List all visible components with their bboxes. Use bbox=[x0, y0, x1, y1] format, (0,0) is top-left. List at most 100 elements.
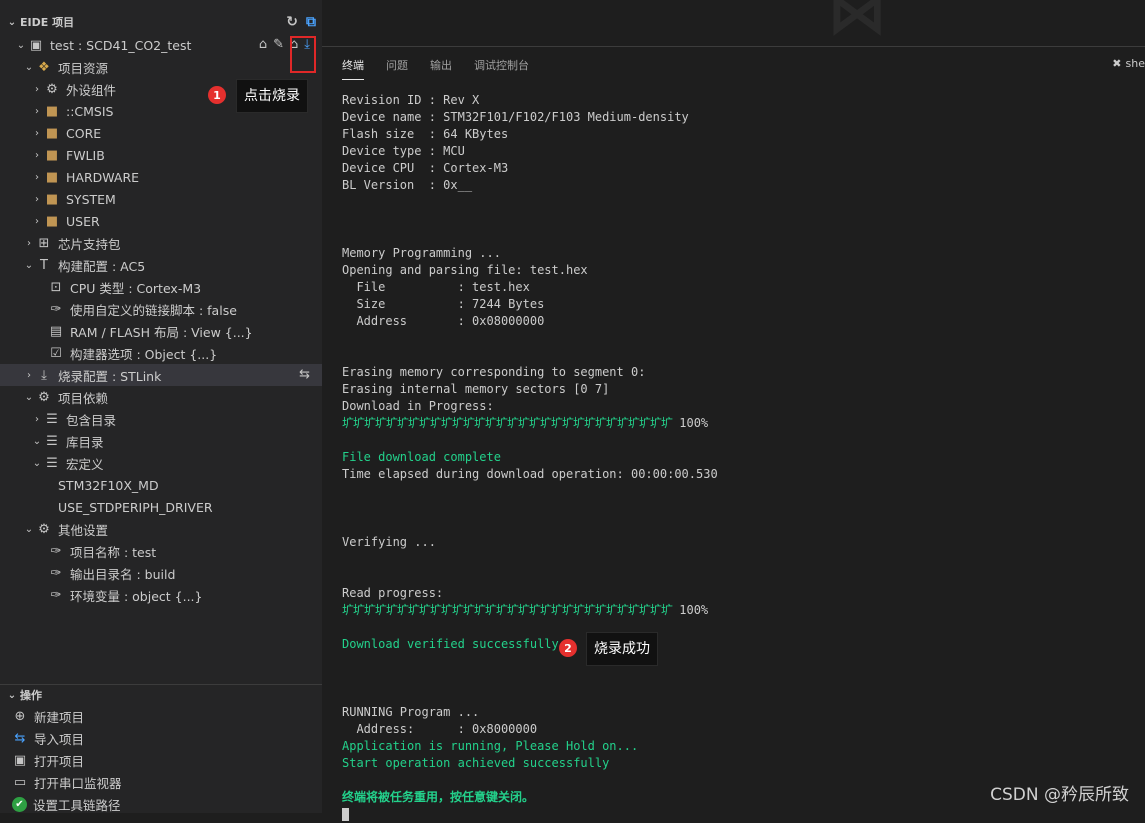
op-label: 导入项目 bbox=[34, 731, 85, 747]
chevron-right-icon: › bbox=[35, 149, 39, 161]
annotation-badge-2: 2 bbox=[559, 639, 577, 657]
tree-project-name[interactable]: ✑ 项目名称 : test bbox=[0, 540, 322, 562]
tree-build-config[interactable]: ⌄ T 构建配置 : AC5 bbox=[0, 254, 322, 276]
memory-icon: ▤ bbox=[49, 323, 63, 339]
tree-project[interactable]: ⌄ ▣ test : SCD41_CO2_test ⌂ ✎ ⌂ ⤓ bbox=[0, 34, 322, 56]
watermark: CSDN @矜辰所致 bbox=[990, 785, 1129, 805]
tree-label: 构建配置 : AC5 bbox=[58, 258, 146, 274]
eide-project-header[interactable]: ⌄ EIDE 项目 ↻ ⧉ bbox=[0, 11, 322, 33]
chevron-down-icon: ⌄ bbox=[24, 391, 34, 403]
tree-memory-layout[interactable]: ▤ RAM / FLASH 布局 : View {...} bbox=[0, 320, 322, 342]
chevron-right-icon: › bbox=[35, 83, 39, 95]
terminal-line: File : test.hex bbox=[342, 280, 530, 294]
tree-project-resources[interactable]: ⌄ ❖ 项目资源 bbox=[0, 56, 322, 78]
chevron-down-icon: ⌄ bbox=[24, 523, 34, 535]
tree-output-dir[interactable]: ✑ 输出目录名 : build bbox=[0, 562, 322, 584]
clean-icon[interactable]: ✎ bbox=[273, 37, 284, 52]
op-serial-monitor[interactable]: ▭ 打开串口监视器 bbox=[0, 771, 322, 793]
terminal-line: RUNNING Program ... bbox=[342, 705, 480, 719]
tree-macros[interactable]: ⌄ ☰ 宏定义 bbox=[0, 452, 322, 474]
package-icon: ⊞ bbox=[38, 235, 50, 251]
wrench-icon: ✑ bbox=[50, 301, 62, 317]
windows-icon[interactable]: ⧉ bbox=[306, 14, 316, 30]
tree-flash-config[interactable]: › ⤓ 烧录配置 : STLink ⇆ bbox=[0, 364, 322, 386]
main-area: ⋈ 终端 问题 输出 调试控制台 ✖ she Revision ID : Rev… bbox=[322, 0, 1145, 821]
tree-item-fwlib[interactable]: › ■ FWLIB bbox=[0, 144, 322, 166]
tree-label: 项目依赖 bbox=[58, 390, 109, 406]
op-label: 打开串口监视器 bbox=[34, 775, 122, 791]
chevron-down-icon: ⌄ bbox=[32, 435, 42, 447]
list-icon: ☰ bbox=[46, 433, 58, 449]
tree-label: 库目录 bbox=[66, 434, 104, 450]
op-open-project[interactable]: ▣ 打开项目 bbox=[0, 749, 322, 771]
dependency-icon: ⚙ bbox=[38, 389, 50, 405]
hammer-icon: T bbox=[40, 257, 48, 273]
checklist-icon: ☑ bbox=[50, 345, 62, 361]
components-icon: ⚙ bbox=[46, 81, 58, 97]
tree-item-user[interactable]: › ■ USER bbox=[0, 210, 322, 232]
terminal-line: Download in Progress: bbox=[342, 399, 494, 413]
op-import-project[interactable]: ⇆ 导入项目 bbox=[0, 727, 322, 749]
tree-cpu-type[interactable]: ⊡ CPU 类型 : Cortex-M3 bbox=[0, 276, 322, 298]
tab-problems[interactable]: 问题 bbox=[386, 57, 408, 80]
progress-line: 圹圹圹圹圹圹圹圹圹圹圹圹圹圹圹圹圹圹圹圹圹圹圹圹圹圹圹圹圹圹 100% bbox=[342, 415, 1142, 432]
tree-label: USER bbox=[66, 213, 100, 229]
tree-item-hardware[interactable]: › ■ HARDWARE bbox=[0, 166, 322, 188]
folder-icon: ■ bbox=[45, 191, 59, 207]
list-icon: ☰ bbox=[46, 411, 58, 427]
progress-line: 圹圹圹圹圹圹圹圹圹圹圹圹圹圹圹圹圹圹圹圹圹圹圹圹圹圹圹圹圹圹 100% bbox=[342, 602, 1142, 619]
chevron-down-icon: ⌄ bbox=[24, 259, 34, 271]
tab-debug-console[interactable]: 调试控制台 bbox=[474, 57, 529, 80]
tree-lib-dirs[interactable]: ⌄ ☰ 库目录 bbox=[0, 430, 322, 452]
switch-icon[interactable]: ⇆ bbox=[299, 367, 310, 382]
tree-label: 构建器选项 : Object {...} bbox=[70, 346, 218, 362]
tree-custom-linker[interactable]: ✑ 使用自定义的链接脚本 : false bbox=[0, 298, 322, 320]
chevron-right-icon: › bbox=[35, 413, 39, 425]
ops-header[interactable]: ⌄ 操作 bbox=[0, 684, 322, 706]
folder-icon: ■ bbox=[45, 147, 59, 163]
refresh-icon[interactable]: ↻ bbox=[286, 14, 298, 30]
chevron-right-icon: › bbox=[35, 171, 39, 183]
chevron-down-icon: ⌄ bbox=[16, 39, 26, 51]
terminal-output[interactable]: Revision ID : Rev X Device name : STM32F1… bbox=[342, 92, 1142, 823]
terminal-line: Revision ID : Rev X bbox=[342, 93, 480, 107]
terminal-line: Device CPU : Cortex-M3 bbox=[342, 161, 509, 175]
progress-percent: 100% bbox=[679, 603, 709, 617]
terminal-cursor bbox=[342, 808, 349, 821]
op-toolchain-path[interactable]: ✔ 设置工具链路径 bbox=[0, 793, 322, 813]
wrench-icon: ✑ bbox=[50, 587, 62, 603]
terminal-line: Application is running, Please Hold on..… bbox=[342, 739, 639, 753]
chevron-right-icon: › bbox=[27, 237, 31, 249]
terminal-line: Verifying ... bbox=[342, 535, 436, 549]
annotation-badge-1: 1 bbox=[208, 86, 226, 104]
tree-env-vars[interactable]: ✑ 环境变量 : object {...} bbox=[0, 584, 322, 606]
terminal-line: Download verified successfully bbox=[342, 637, 559, 651]
chevron-down-icon: ⌄ bbox=[7, 16, 17, 28]
tab-terminal[interactable]: 终端 bbox=[342, 57, 364, 80]
tree-dependencies[interactable]: ⌄ ⚙ 项目依赖 bbox=[0, 386, 322, 408]
tree-builder-options[interactable]: ☑ 构建器选项 : Object {...} bbox=[0, 342, 322, 364]
tree-macro-item[interactable]: STM32F10X_MD bbox=[0, 474, 322, 496]
tree-item-system[interactable]: › ■ SYSTEM bbox=[0, 188, 322, 210]
op-new-project[interactable]: ⊕ 新建项目 bbox=[0, 705, 322, 727]
tree-label: 输出目录名 : build bbox=[70, 566, 176, 582]
tree-label: 其他设置 bbox=[58, 522, 109, 538]
progress-percent: 100% bbox=[679, 416, 709, 430]
wrench-icon: ✑ bbox=[50, 565, 62, 581]
tree-label: HARDWARE bbox=[66, 169, 140, 185]
tree-include-dirs[interactable]: › ☰ 包含目录 bbox=[0, 408, 322, 430]
resources-icon: ❖ bbox=[38, 59, 50, 75]
panel-tabs: 终端 问题 输出 调试控制台 bbox=[342, 57, 529, 80]
tree-label: RAM / FLASH 布局 : View {...} bbox=[70, 324, 253, 340]
chevron-right-icon: › bbox=[35, 193, 39, 205]
tree-macro-item[interactable]: USE_STDPERIPH_DRIVER bbox=[0, 496, 322, 518]
tree-other-settings[interactable]: ⌄ ⚙ 其他设置 bbox=[0, 518, 322, 540]
tree-item-core[interactable]: › ■ CORE bbox=[0, 122, 322, 144]
op-label: 新建项目 bbox=[34, 709, 85, 725]
tree-chip-package[interactable]: › ⊞ 芯片支持包 bbox=[0, 232, 322, 254]
tab-output[interactable]: 输出 bbox=[430, 57, 452, 80]
shell-selector[interactable]: ✖ she bbox=[1112, 57, 1145, 70]
build-icon[interactable]: ⌂ bbox=[259, 37, 267, 52]
